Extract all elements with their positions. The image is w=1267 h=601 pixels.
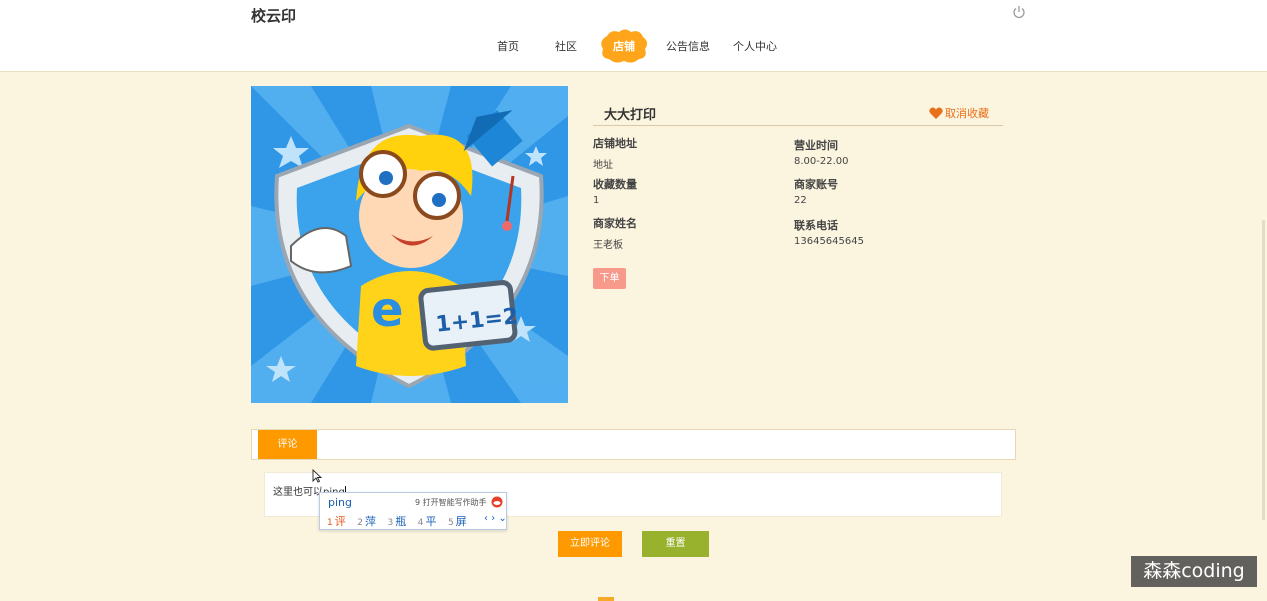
owner-label: 商家姓名 [593, 217, 637, 230]
phone-value: 13645645645 [794, 236, 864, 247]
favorites-count-value: 1 [593, 195, 600, 206]
address-value: 地址 [593, 160, 613, 171]
nav-announcements[interactable]: 公告信息 [666, 38, 710, 54]
nav-shop[interactable]: 店铺 [599, 28, 649, 64]
page-scrollbar[interactable] [1262, 220, 1265, 520]
ime-candidate-4[interactable]: 4平 [418, 515, 437, 528]
submit-comment-button[interactable]: 立即评论 [558, 531, 622, 557]
hours-label: 营业时间 [794, 139, 838, 152]
account-label: 商家账号 [794, 178, 838, 191]
address-label: 店铺地址 [593, 137, 637, 150]
ime-page-arrows-icon[interactable]: ‹ › ⌄ [484, 513, 507, 524]
reset-button[interactable]: 重置 [642, 531, 709, 557]
ime-candidate-1[interactable]: 1评 [327, 515, 346, 528]
ime-candidate-2[interactable]: 2萍 [357, 515, 376, 528]
phone-label: 联系电话 [794, 219, 838, 232]
top-header: 校云印 首页 社区 店铺 公告信息 个人中心 [0, 0, 1267, 72]
account-value: 22 [794, 195, 807, 206]
mouse-pointer-icon [312, 469, 322, 483]
unfavorite-label: 取消收藏 [945, 107, 989, 120]
favorites-count-label: 收藏数量 [593, 178, 637, 191]
comment-tabbar: 评论 [251, 429, 1016, 460]
nav-shop-label: 店铺 [613, 40, 635, 53]
ime-candidate-5[interactable]: 5屏 [448, 515, 467, 528]
ime-candidate-3[interactable]: 3瓶 [387, 515, 406, 528]
heart-icon [929, 107, 943, 119]
ime-candidate-window[interactable]: ping 9 打开智能写作助手 1评 2萍 3瓶 4平 5屏 ‹ › ⌄ [319, 492, 507, 530]
svg-text:e: e [371, 282, 404, 338]
nav-profile[interactable]: 个人中心 [733, 38, 777, 54]
site-brand[interactable]: 校云印 [251, 5, 296, 26]
ime-candidate-row: 1评 2萍 3瓶 4平 5屏 [327, 513, 475, 529]
tab-comments[interactable]: 评论 [258, 430, 317, 459]
nav-home[interactable]: 首页 [497, 38, 519, 54]
shop-avatar-image: e 1+1=2 [251, 86, 568, 403]
main-nav: 首页 社区 店铺 公告信息 个人中心 [0, 28, 1267, 64]
unfavorite-button[interactable]: 取消收藏 [929, 105, 989, 121]
owner-value: 王老板 [593, 240, 623, 251]
ime-logo-icon [491, 496, 503, 508]
hours-value: 8.00-22.00 [794, 156, 849, 167]
nav-community[interactable]: 社区 [555, 38, 577, 54]
shop-name: 大大打印 [604, 108, 657, 123]
ime-composition: ping [328, 496, 352, 509]
title-divider [593, 125, 1003, 126]
ime-assistant-tip[interactable]: 9 打开智能写作助手 [415, 497, 487, 508]
watermark: 森森coding [1131, 556, 1257, 587]
pagination-indicator[interactable] [598, 597, 614, 601]
power-icon[interactable] [1011, 4, 1027, 20]
order-button[interactable]: 下单 [593, 268, 626, 289]
